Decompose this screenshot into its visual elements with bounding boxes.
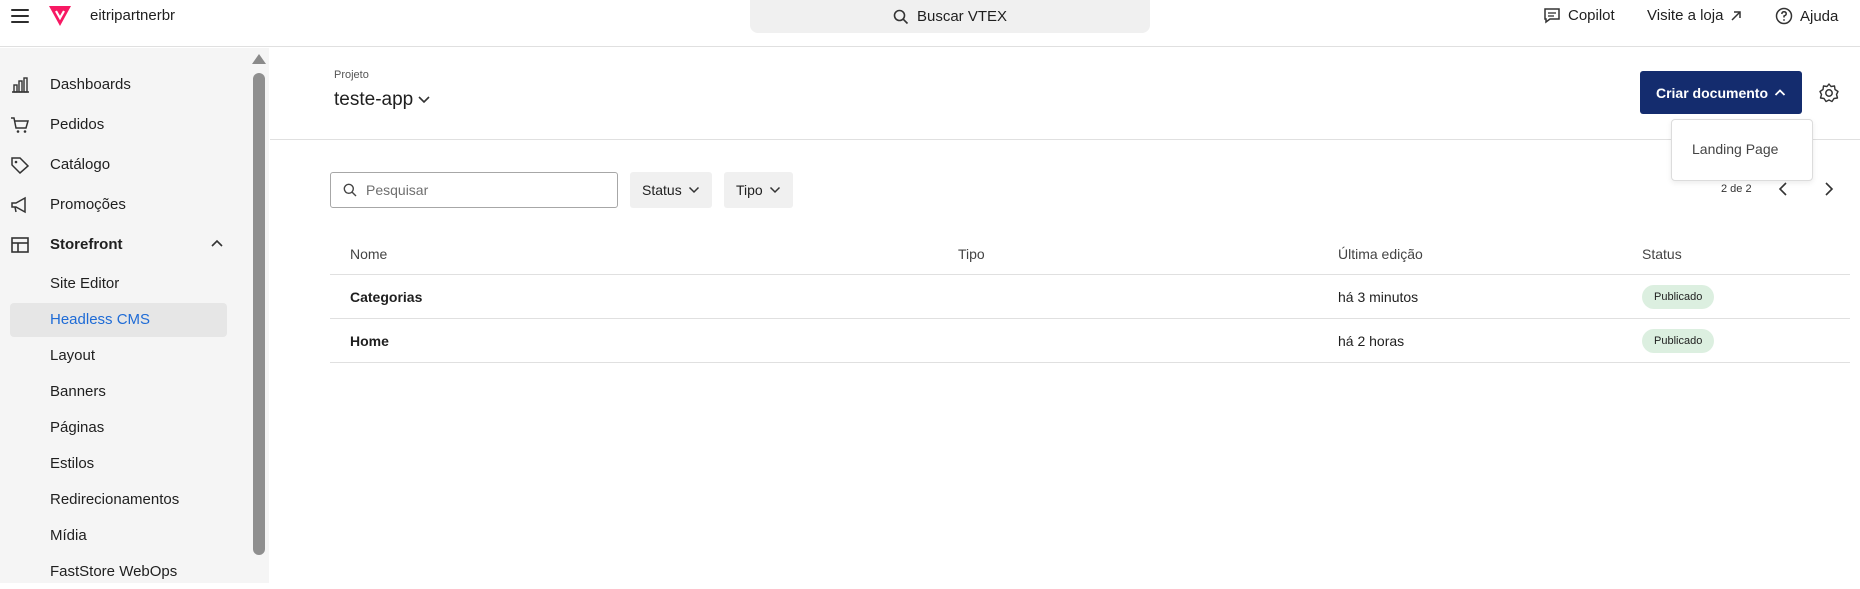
- tipo-filter[interactable]: Tipo: [724, 172, 793, 208]
- help-icon: [1775, 7, 1793, 25]
- megaphone-icon: [11, 196, 26, 214]
- scrollbar-thumb[interactable]: [253, 73, 265, 555]
- layout-icon: [11, 237, 29, 253]
- chevron-down-icon: [418, 96, 430, 104]
- scroll-up-arrow-icon[interactable]: [252, 54, 266, 64]
- sidebar-subitem-label: FastStore WebOps: [50, 563, 178, 580]
- sidebar-subitem-banners[interactable]: Banners: [10, 375, 227, 409]
- tag-icon: [11, 157, 30, 174]
- menu-icon[interactable]: [10, 7, 30, 25]
- sidebar-subitem-site-editor[interactable]: Site Editor: [10, 267, 227, 301]
- sidebar-item-label: Promoções: [50, 196, 126, 213]
- account-name[interactable]: eitripartnerbr: [90, 7, 175, 24]
- sidebar-item-label: Dashboards: [50, 76, 131, 93]
- sidebar: Dashboards Pedidos Catálogo Promoções St…: [0, 48, 247, 583]
- chevron-left-icon[interactable]: [1776, 180, 1790, 198]
- help-label: Ajuda: [1800, 7, 1839, 25]
- sidebar-subitem-label: Páginas: [50, 419, 105, 436]
- column-header-tipo[interactable]: Tipo: [958, 246, 985, 262]
- row-divider: [330, 362, 1850, 363]
- status-badge: Publicado: [1642, 329, 1715, 353]
- chevron-up-icon: [1774, 89, 1786, 96]
- column-header-status[interactable]: Status: [1642, 246, 1682, 262]
- sidebar-item-label: Pedidos: [50, 116, 105, 133]
- sidebar-item-storefront[interactable]: Storefront: [0, 230, 247, 260]
- row-divider: [330, 318, 1850, 319]
- bar-chart-icon: [12, 77, 29, 93]
- status-badge: Publicado: [1642, 285, 1715, 309]
- create-document-label: Criar documento: [1655, 84, 1768, 101]
- sidebar-subitem-redirecionamentos[interactable]: Redirecionamentos: [10, 483, 227, 517]
- sidebar-subitem-label: Estilos: [50, 455, 95, 472]
- project-name: teste-app: [334, 89, 414, 110]
- tipo-filter-label: Tipo: [736, 182, 763, 198]
- global-search-button[interactable]: Buscar VTEX: [750, 0, 1150, 33]
- sidebar-subitem-label: Redirecionamentos: [50, 491, 180, 508]
- cell-nome: Categorias: [350, 289, 423, 305]
- column-header-ultima-edicao[interactable]: Última edição: [1338, 246, 1423, 262]
- visit-store-link[interactable]: Visite a loja: [1647, 7, 1742, 24]
- external-link-icon: [1731, 10, 1742, 21]
- project-selector[interactable]: teste-app: [334, 89, 431, 111]
- column-header-nome[interactable]: Nome: [350, 246, 387, 262]
- help-button[interactable]: Ajuda: [1775, 7, 1838, 25]
- status-filter-label: Status: [642, 182, 682, 198]
- sidebar-subitem-midia[interactable]: Mídia: [10, 519, 227, 553]
- header-row-divider: [330, 274, 1850, 275]
- global-search-label: Buscar VTEX: [916, 8, 1008, 25]
- status-filter[interactable]: Status: [630, 172, 712, 208]
- copilot-button[interactable]: Copilot: [1543, 7, 1615, 24]
- sidebar-subitem-label: Layout: [50, 347, 96, 364]
- menu-item-landing-page[interactable]: Landing Page: [1692, 141, 1778, 157]
- sidebar-subitem-label: Site Editor: [50, 275, 120, 292]
- create-document-button[interactable]: Criar documento: [1640, 71, 1802, 114]
- sidebar-subitem-layout[interactable]: Layout: [10, 339, 227, 373]
- sidebar-subitem-faststore-webops[interactable]: FastStore WebOps: [10, 555, 227, 589]
- header-divider: [270, 139, 1860, 140]
- pagination-label: 2 de 2: [1721, 183, 1752, 195]
- sidebar-item-catalogo[interactable]: Catálogo: [0, 150, 247, 180]
- chevron-down-icon: [688, 186, 699, 194]
- cell-ultima-edicao: há 3 minutos: [1338, 289, 1419, 305]
- search-icon: [893, 9, 909, 24]
- sidebar-item-pedidos[interactable]: Pedidos: [0, 110, 247, 140]
- cell-nome: Home: [350, 333, 389, 349]
- search-icon: [343, 183, 357, 197]
- project-label: Projeto: [334, 69, 369, 81]
- sidebar-subitem-label: Headless CMS: [50, 311, 151, 328]
- gear-icon[interactable]: [1818, 82, 1840, 104]
- cart-icon: [11, 117, 29, 133]
- vtex-logo-icon[interactable]: [47, 4, 73, 28]
- chevron-down-icon: [769, 186, 780, 194]
- search-field[interactable]: [330, 172, 618, 208]
- sidebar-item-dashboards[interactable]: Dashboards: [0, 70, 247, 100]
- sidebar-subitem-label: Mídia: [50, 527, 87, 544]
- sidebar-item-promocoes[interactable]: Promoções: [0, 190, 247, 220]
- sidebar-subitem-label: Banners: [50, 383, 106, 400]
- sidebar-subitem-estilos[interactable]: Estilos: [10, 447, 227, 481]
- chevron-right-icon[interactable]: [1822, 180, 1836, 198]
- sidebar-item-label: Catálogo: [50, 156, 111, 173]
- chevron-up-icon[interactable]: [210, 238, 224, 248]
- copilot-label: Copilot: [1568, 7, 1615, 24]
- cell-ultima-edicao: há 2 horas: [1338, 333, 1405, 349]
- chat-icon: [1544, 8, 1560, 24]
- create-document-menu: Landing Page: [1671, 119, 1813, 181]
- sidebar-subitem-paginas[interactable]: Páginas: [10, 411, 227, 445]
- visit-store-label: Visite a loja: [1647, 7, 1724, 24]
- search-input[interactable]: [366, 182, 606, 198]
- sidebar-subitem-headless-cms[interactable]: Headless CMS: [10, 303, 227, 337]
- sidebar-item-label: Storefront: [50, 236, 123, 253]
- top-bar: eitripartnerbr Buscar VTEX Copilot Visit…: [0, 0, 1860, 47]
